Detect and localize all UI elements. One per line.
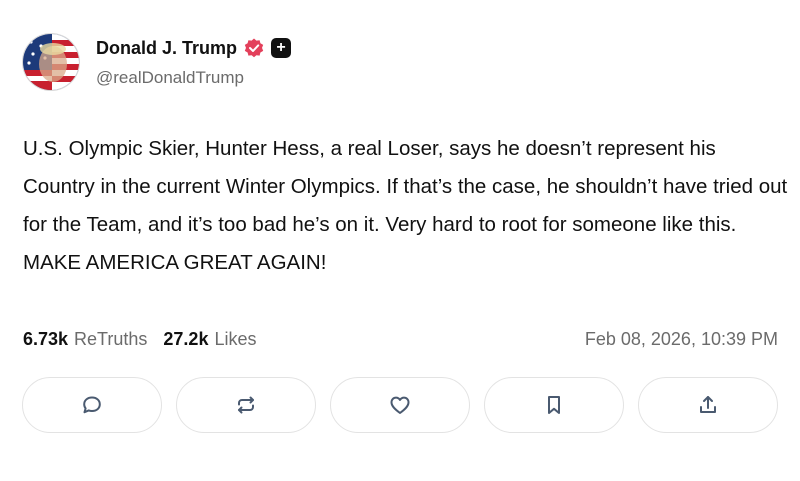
author-handle[interactable]: @realDonaldTrump (96, 68, 244, 88)
avatar[interactable] (22, 33, 80, 91)
post-text: U.S. Olympic Skier, Hunter Hess, a real … (23, 137, 788, 274)
retruth-button[interactable] (176, 377, 316, 433)
post-timestamp[interactable]: Feb 08, 2026, 10:39 PM (585, 329, 778, 350)
retruths-label[interactable]: ReTruths (74, 329, 147, 350)
author-row: Donald J. Trump + (96, 36, 292, 60)
bookmark-icon (548, 396, 560, 414)
share-icon (700, 396, 716, 413)
retruths-count[interactable]: 6.73k (23, 329, 68, 350)
likes-label[interactable]: Likes (214, 329, 256, 350)
reply-icon (83, 396, 101, 414)
author-name[interactable]: Donald J. Trump (96, 38, 237, 59)
verified-badge-icon (243, 37, 265, 59)
action-bar (22, 377, 778, 433)
share-button[interactable] (638, 377, 778, 433)
plus-badge-icon: + (271, 38, 292, 58)
bookmark-button[interactable] (484, 377, 624, 433)
post-stats: 6.73k ReTruths 27.2k Likes (23, 329, 272, 350)
like-icon (390, 396, 410, 414)
like-button[interactable] (330, 377, 470, 433)
retruth-icon (238, 396, 254, 414)
likes-count[interactable]: 27.2k (163, 329, 208, 350)
reply-button[interactable] (22, 377, 162, 433)
